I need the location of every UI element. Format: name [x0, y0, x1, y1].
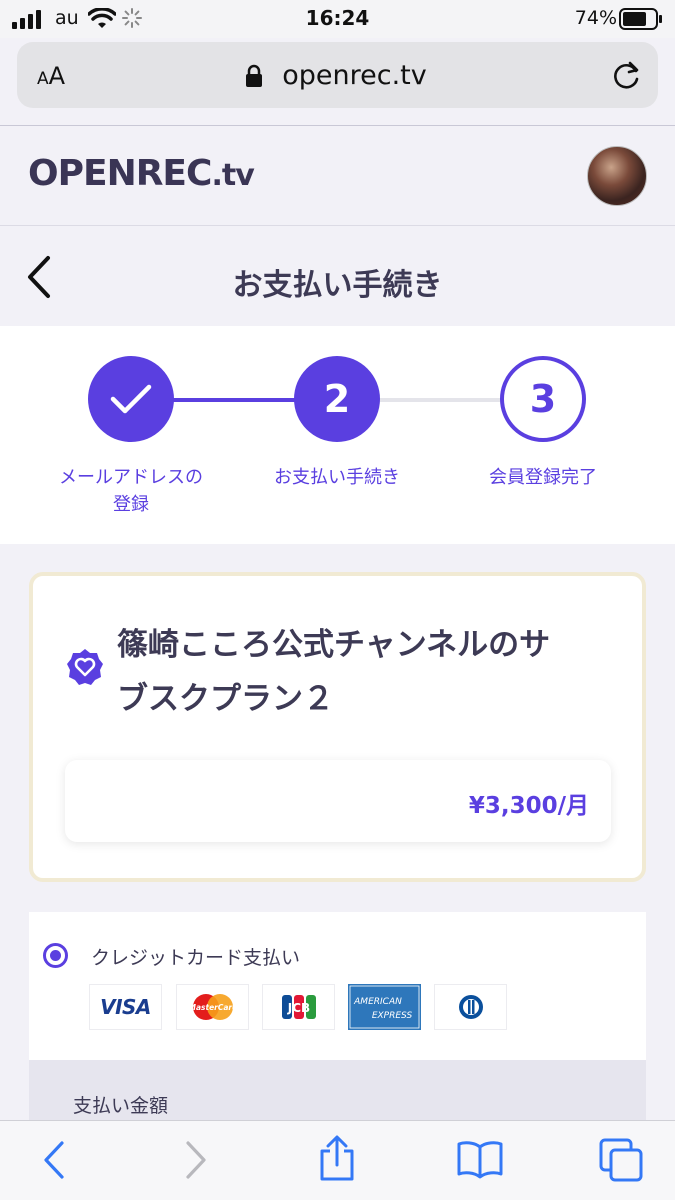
url-text[interactable]: openrec.tv	[17, 60, 658, 91]
chevron-left-icon[interactable]	[40, 1139, 70, 1181]
svg-text:JCB: JCB	[286, 1001, 309, 1015]
visa-logo: VISA	[89, 984, 162, 1030]
step-3-circle: 3	[500, 356, 586, 442]
payment-method-label[interactable]: クレジットカード支払い	[91, 943, 300, 970]
step-3-label: 会員登録完了	[489, 467, 597, 488]
page-title: お支払い手続き	[232, 268, 443, 303]
reload-icon[interactable]	[612, 59, 642, 91]
step-1-circle	[88, 356, 174, 442]
plan-price: ¥3,300/月	[468, 793, 589, 819]
battery-icon	[619, 8, 662, 30]
clock: 16:24	[305, 6, 370, 30]
page-header: お支払い手続き	[0, 226, 675, 326]
step-connector-todo	[378, 398, 504, 402]
svg-text:MasterCard: MasterCard	[188, 1003, 238, 1012]
diners-club-logo	[434, 984, 507, 1030]
avatar[interactable]	[587, 146, 647, 206]
price-box: ¥3,300/月	[65, 760, 611, 842]
jcb-logo: JCB	[262, 984, 335, 1030]
tabs-icon[interactable]	[598, 1137, 644, 1183]
book-icon[interactable]	[456, 1139, 504, 1179]
browser-toolbar	[0, 1120, 675, 1200]
step-2-circle: 2	[294, 356, 380, 442]
status-bar: au 16:24 74%	[0, 0, 675, 38]
plan-title: 篠崎こころ公式チャンネルのサ ブスクプラン２	[117, 627, 551, 717]
svg-text:EXPRESS: EXPRESS	[372, 1011, 413, 1021]
svg-text:AMERICAN: AMERICAN	[353, 997, 402, 1007]
chevron-right-icon[interactable]	[180, 1139, 210, 1181]
mastercard-logo: MasterCard	[176, 984, 249, 1030]
step-2-label: お支払い手続き	[274, 467, 400, 488]
checkmark-icon	[110, 384, 152, 414]
subscription-heart-icon	[67, 649, 103, 685]
address-bar[interactable]: AA openrec.tv	[17, 42, 658, 108]
battery-percent: 74%	[574, 7, 617, 29]
amex-logo: AMERICAN EXPRESS	[348, 984, 421, 1030]
step-connector-done	[172, 398, 298, 402]
payment-method-section: クレジットカード支払い VISA MasterCard JCB AMERICAN…	[29, 912, 646, 1060]
site-header: OPENREC.tv	[0, 126, 675, 226]
openrec-logo[interactable]: OPENREC.tv	[28, 153, 255, 194]
progress-stepper: 2 3 メールアドレスの 登録 お支払い手続き 会員登録完了	[0, 326, 675, 544]
step-1-label: メールアドレスの 登録	[59, 467, 203, 515]
share-icon[interactable]	[316, 1135, 358, 1183]
plan-card: 篠崎こころ公式チャンネルのサ ブスクプラン２ ¥3,300/月	[29, 572, 646, 882]
credit-card-radio[interactable]	[43, 943, 68, 968]
payment-amount-label: 支払い金額	[73, 1095, 169, 1117]
